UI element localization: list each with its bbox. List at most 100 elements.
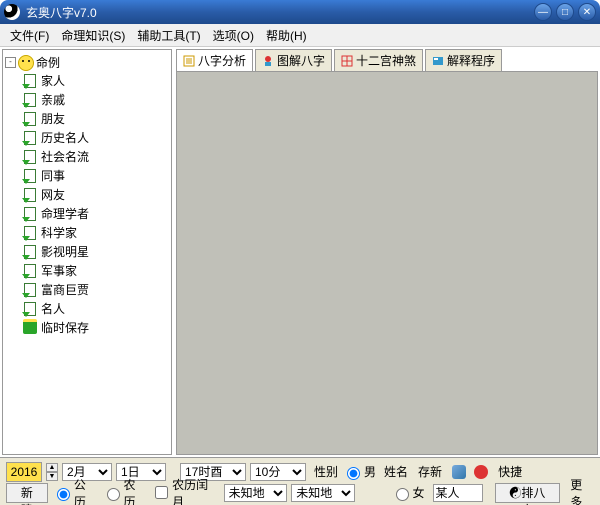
tab-bazi-analysis[interactable]: 八字分析 bbox=[176, 49, 253, 71]
radio-lunar[interactable]: 农历 bbox=[102, 476, 148, 505]
tree-item-label: 同事 bbox=[41, 167, 65, 184]
doc-icon bbox=[23, 302, 37, 316]
tab-label: 十二宫神煞 bbox=[356, 52, 416, 69]
new-button[interactable]: 新建 bbox=[6, 483, 48, 503]
menu-knowledge[interactable]: 命理知识(S) bbox=[55, 25, 131, 46]
bottom-row-2: 新建 公历 农历 农历闰月 未知地 未知地 女 ☯排八字 更多 bbox=[6, 482, 594, 503]
radio-solar[interactable]: 公历 bbox=[52, 476, 98, 505]
tab-twelve-palace[interactable]: 十二宫神煞 bbox=[334, 49, 423, 71]
titlebar: 玄奥八字v7.0 — □ ✕ bbox=[0, 0, 600, 24]
doc-icon bbox=[23, 207, 37, 221]
tree-item-label: 命理学者 bbox=[41, 205, 89, 222]
menu-file[interactable]: 文件(F) bbox=[4, 25, 55, 46]
sex-label: 性别 bbox=[314, 463, 338, 480]
tree-item[interactable]: 亲戚 bbox=[23, 90, 169, 109]
tree-item[interactable]: 科学家 bbox=[23, 223, 169, 242]
wand-icon[interactable] bbox=[452, 465, 466, 479]
window-title: 玄奥八字v7.0 bbox=[26, 4, 534, 21]
name-input[interactable] bbox=[433, 484, 483, 502]
radio-label: 公历 bbox=[74, 476, 98, 505]
menu-help[interactable]: 帮助(H) bbox=[260, 25, 313, 46]
doc-icon bbox=[23, 93, 37, 107]
tree-item[interactable]: 富商巨贾 bbox=[23, 280, 169, 299]
radio-female[interactable]: 女 bbox=[391, 484, 425, 501]
sidebar-tree: - 命例 家人 亲戚 朋友 历史名人 社会名流 同事 网友 命理学者 科学家 影… bbox=[2, 49, 172, 455]
tree-item-label: 名人 bbox=[41, 300, 65, 317]
body: - 命例 家人 亲戚 朋友 历史名人 社会名流 同事 网友 命理学者 科学家 影… bbox=[0, 47, 600, 457]
app-logo-icon bbox=[4, 4, 20, 20]
tree-item[interactable]: 家人 bbox=[23, 71, 169, 90]
analysis-icon bbox=[183, 55, 195, 67]
radio-label: 男 bbox=[364, 463, 376, 480]
yinyang-icon: ☯ bbox=[509, 486, 521, 500]
doc-icon bbox=[23, 112, 37, 126]
quick-label[interactable]: 快捷 bbox=[498, 463, 522, 480]
menu-tools[interactable]: 辅助工具(T) bbox=[131, 25, 206, 46]
radio-male[interactable]: 男 bbox=[342, 463, 376, 480]
radio-lunar-input[interactable] bbox=[107, 488, 120, 501]
bottom-panel: 2016 ▲▼ 2月 1日 17时酉 10分 性别 男 姓名 存新 快捷 新建 … bbox=[0, 457, 600, 505]
doc-icon bbox=[23, 226, 37, 240]
collapse-icon[interactable]: - bbox=[5, 57, 16, 68]
tree-root-node[interactable]: - 命例 bbox=[5, 54, 169, 71]
tree-item[interactable]: 网友 bbox=[23, 185, 169, 204]
explain-icon bbox=[432, 55, 444, 67]
tree-root-label: 命例 bbox=[36, 54, 60, 71]
menu-options[interactable]: 选项(O) bbox=[207, 25, 260, 46]
radio-male-input[interactable] bbox=[347, 467, 360, 480]
tab-label: 解释程序 bbox=[447, 52, 495, 69]
smile-icon bbox=[18, 55, 34, 71]
year-field[interactable]: 2016 bbox=[6, 462, 42, 482]
tree-item-label: 家人 bbox=[41, 72, 65, 89]
tree-item[interactable]: 社会名流 bbox=[23, 147, 169, 166]
tree-item[interactable]: 名人 bbox=[23, 299, 169, 318]
tree-item[interactable]: 军事家 bbox=[23, 261, 169, 280]
tree-item-label: 临时保存 bbox=[41, 319, 89, 336]
tab-explain[interactable]: 解释程序 bbox=[425, 49, 502, 71]
main-area: 八字分析 图解八字 十二宫神煞 解释程序 bbox=[176, 49, 598, 455]
check-label: 农历闰月 bbox=[172, 476, 219, 505]
red-gear-icon[interactable] bbox=[474, 465, 488, 479]
paiba-button[interactable]: ☯排八字 bbox=[495, 483, 561, 503]
minute-select[interactable]: 10分 bbox=[250, 463, 306, 481]
radio-solar-input[interactable] bbox=[57, 488, 70, 501]
folder-icon bbox=[23, 322, 37, 334]
more-label[interactable]: 更多 bbox=[570, 476, 594, 505]
grid-icon bbox=[341, 55, 353, 67]
tree-item[interactable]: 朋友 bbox=[23, 109, 169, 128]
spin-up-icon[interactable]: ▲ bbox=[46, 463, 58, 472]
content-area bbox=[176, 71, 598, 455]
doc-icon bbox=[23, 264, 37, 278]
tree-item-label: 军事家 bbox=[41, 262, 77, 279]
tree-item-label: 影视明星 bbox=[41, 243, 89, 260]
menubar: 文件(F) 命理知识(S) 辅助工具(T) 选项(O) 帮助(H) bbox=[0, 24, 600, 47]
tab-bar: 八字分析 图解八字 十二宫神煞 解释程序 bbox=[176, 49, 598, 71]
tab-chart[interactable]: 图解八字 bbox=[255, 49, 332, 71]
tree-item[interactable]: 历史名人 bbox=[23, 128, 169, 147]
save-new-label[interactable]: 存新 bbox=[418, 463, 442, 480]
tree-item-label: 科学家 bbox=[41, 224, 77, 241]
tree-item-label: 朋友 bbox=[41, 110, 65, 127]
radio-label: 女 bbox=[413, 484, 425, 501]
tab-label: 八字分析 bbox=[198, 52, 246, 69]
name-label: 姓名 bbox=[384, 463, 408, 480]
check-leap[interactable]: 农历闰月 bbox=[151, 476, 219, 505]
doc-icon bbox=[23, 150, 37, 164]
doc-icon bbox=[23, 169, 37, 183]
doc-icon bbox=[23, 131, 37, 145]
maximize-button[interactable]: □ bbox=[556, 3, 574, 21]
tree-children: 家人 亲戚 朋友 历史名人 社会名流 同事 网友 命理学者 科学家 影视明星 军… bbox=[23, 71, 169, 337]
button-label: 排八字 bbox=[521, 486, 545, 505]
tree-item-label: 网友 bbox=[41, 186, 65, 203]
check-leap-input[interactable] bbox=[155, 486, 168, 499]
tree-item[interactable]: 影视明星 bbox=[23, 242, 169, 261]
close-button[interactable]: ✕ bbox=[578, 3, 596, 21]
place1-select[interactable]: 未知地 bbox=[224, 484, 288, 502]
place2-select[interactable]: 未知地 bbox=[291, 484, 355, 502]
tree-item[interactable]: 命理学者 bbox=[23, 204, 169, 223]
tree-item-temp[interactable]: 临时保存 bbox=[23, 318, 169, 337]
tree-item[interactable]: 同事 bbox=[23, 166, 169, 185]
tree-item-label: 富商巨贾 bbox=[41, 281, 89, 298]
radio-female-input[interactable] bbox=[396, 488, 409, 501]
minimize-button[interactable]: — bbox=[534, 3, 552, 21]
